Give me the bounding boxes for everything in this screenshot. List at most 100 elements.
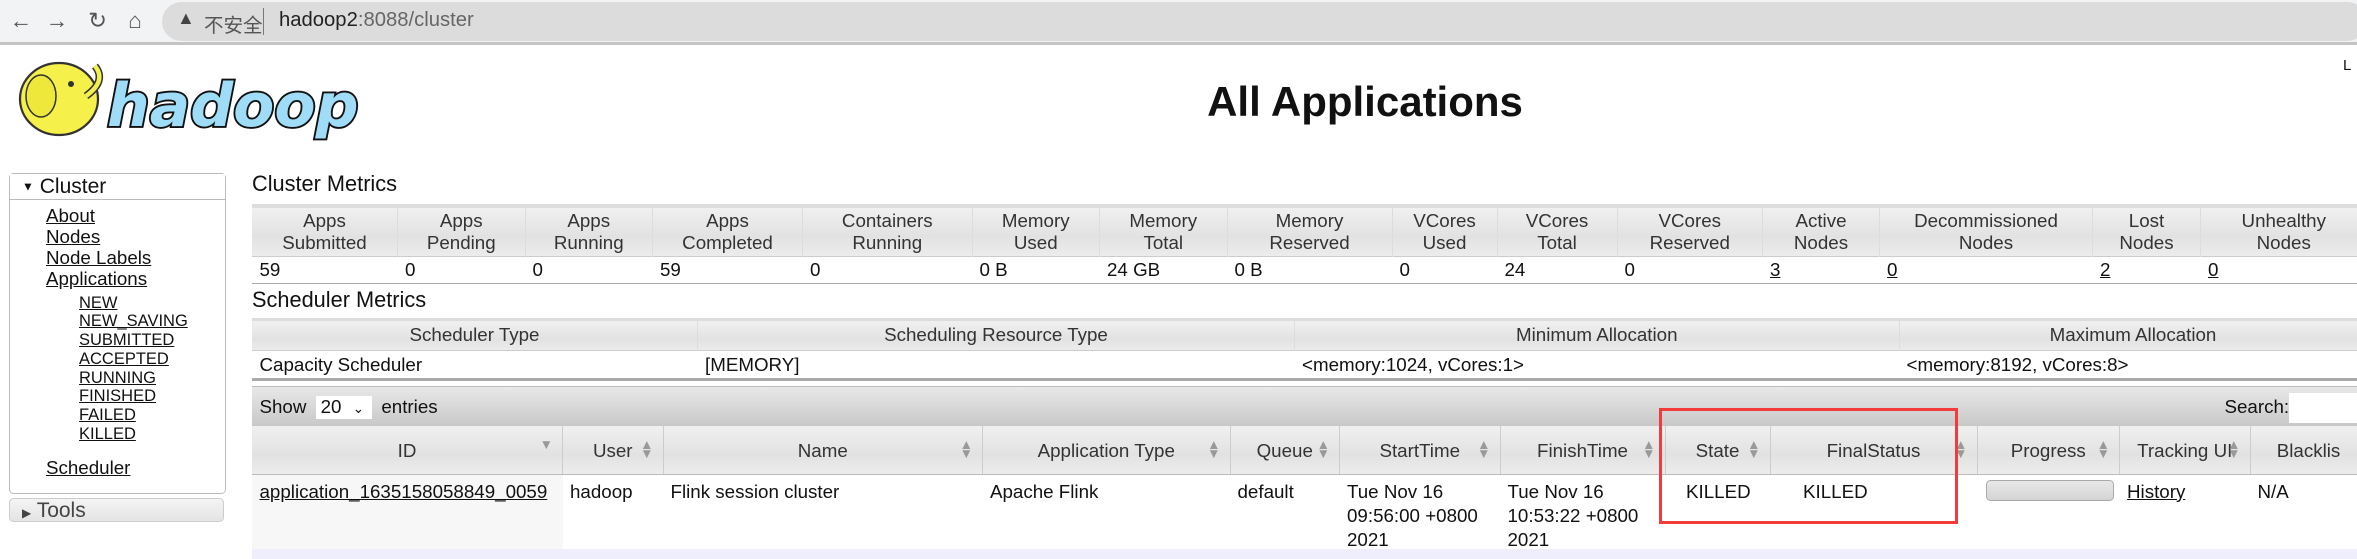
highlight-box — [1659, 408, 1958, 524]
metrics-value: 0 B — [972, 256, 1100, 283]
metrics-value: 24 — [1497, 256, 1617, 283]
cluster-metrics-table: Apps Submitted Apps Pending Apps Running Apps C… — [252, 204, 2357, 284]
sort-icon[interactable]: ▲ ▼ — [2227, 437, 2240, 460]
apps-table-toolbar: Show 20 ⌄ entries Search: — [252, 385, 2357, 427]
scheduler-value-row: Capacity Scheduler [MEMORY] <memory:1024… — [252, 349, 2357, 379]
sidebar-state-finished[interactable]: FINISHED — [79, 387, 156, 406]
metrics-value: 3 — [1762, 256, 1880, 283]
column-header[interactable]: Blacklis — [2250, 426, 2357, 476]
sidebar-state-failed[interactable]: FAILED — [79, 406, 136, 425]
header-scheduler-type: Scheduler Type — [252, 319, 699, 350]
sort-icon[interactable]: ▲ ▼ — [640, 437, 653, 460]
table-row: application_1635158058849_0059 hadoop Fl… — [252, 474, 2357, 552]
page-title: All Applications — [1207, 78, 1523, 125]
sidebar-state-new-saving[interactable]: NEW_SAVING — [79, 312, 188, 331]
hadoop-logo[interactable]: hadoop — [8, 51, 386, 144]
app-id-link[interactable]: application_1635158058849_0059 — [260, 481, 548, 502]
sidebar-link-nodes[interactable]: Nodes — [46, 226, 100, 248]
minimum-allocation: <memory:1024, vCores:1> — [1294, 349, 1899, 379]
triangle-right-icon: ▶ — [22, 506, 32, 520]
url-text: hadoop2:8088/cluster — [279, 9, 474, 31]
sidebar-link-node-labels[interactable]: Node Labels — [46, 247, 151, 269]
column-header[interactable]: FinishTime ▲ ▼ — [1500, 426, 1666, 476]
reload-icon[interactable]: ↻ — [83, 6, 113, 36]
entries-select[interactable]: 20 ⌄ — [316, 396, 372, 419]
browser-toolbar: ← → ↻ ⌂ ▲ 不安全 hadoop2:8088/cluster — [0, 0, 2357, 45]
metrics-header: Apps Submitted — [252, 206, 399, 257]
sort-desc-icon[interactable]: ▼ — [540, 437, 553, 451]
metrics-header: VCores Used — [1392, 206, 1498, 257]
metrics-value: 0 — [802, 256, 972, 283]
metrics-header: Memory Total — [1099, 206, 1228, 257]
warning-icon: ▲ — [177, 7, 195, 28]
metrics-header: Unhealthy Nodes — [2200, 206, 2357, 257]
metrics-value-link[interactable]: 0 — [2208, 259, 2218, 280]
sidebar-link-scheduler[interactable]: Scheduler — [46, 457, 130, 479]
maximum-allocation: <memory:8192, vCores:8> — [1899, 349, 2357, 379]
sidebar-state-new[interactable]: NEW — [79, 294, 118, 313]
sidebar-state-killed[interactable]: KILLED — [79, 425, 136, 444]
show-label: Show — [259, 395, 307, 417]
sort-icon[interactable]: ▲ ▼ — [1207, 437, 1220, 460]
metrics-value: 0 — [525, 256, 653, 283]
header-minimum-allocation: Minimum Allocation — [1294, 319, 1900, 350]
search-label: Search: — [2224, 395, 2290, 417]
scheduler-metrics-table: Scheduler Type Scheduling Resource Type … — [252, 318, 2357, 381]
page: ← → ↻ ⌂ ▲ 不安全 hadoop2:8088/cluster hadoo… — [0, 0, 2357, 559]
sidebar-cluster: ▼ Cluster About Nodes Node Labels Applic… — [9, 172, 226, 494]
metrics-header: Active Nodes — [1762, 206, 1881, 257]
column-header[interactable]: User ▲ ▼ — [562, 426, 664, 476]
scheduler-type: Capacity Scheduler — [252, 349, 698, 379]
sort-icon[interactable]: ▲ ▼ — [1317, 437, 1330, 460]
metrics-value: 0 B — [1227, 256, 1392, 283]
metrics-value-link[interactable]: 2 — [2100, 259, 2110, 280]
sort-icon[interactable]: ▲ ▼ — [1477, 437, 1490, 460]
sort-icon[interactable]: ▲ ▼ — [2097, 437, 2110, 460]
address-bar[interactable]: ▲ 不安全 hadoop2:8088/cluster — [162, 1, 2357, 41]
back-icon[interactable]: ← — [6, 6, 36, 36]
tracking-ui-link[interactable]: History — [2127, 481, 2185, 502]
column-header[interactable]: Application Type ▲ ▼ — [982, 426, 1231, 476]
column-header[interactable]: Progress ▲ ▼ — [1977, 426, 2121, 476]
column-header[interactable]: Tracking UI ▲ ▼ — [2119, 426, 2251, 476]
sidebar-state-submitted[interactable]: SUBMITTED — [79, 331, 174, 350]
sidebar-link-about[interactable]: About — [46, 205, 95, 227]
sidebar-state-accepted[interactable]: ACCEPTED — [79, 350, 169, 369]
metrics-value: 0 — [2200, 256, 2357, 283]
column-header[interactable]: StartTime ▲ ▼ — [1339, 426, 1501, 476]
tools-toggle[interactable]: ▶ Tools — [9, 498, 224, 522]
applications-table: ID ▼ User ▲ ▼ Name ▲ ▼ Application Type ▲ ▼ Queue ▲ ▼… — [252, 426, 2357, 552]
metrics-value-link[interactable]: 3 — [1770, 259, 1780, 280]
column-header[interactable]: Queue ▲ ▼ — [1230, 426, 1341, 476]
metrics-value: 59 — [652, 256, 803, 283]
metrics-header: Apps Pending — [397, 206, 526, 257]
metrics-header: Apps Running — [525, 206, 654, 257]
metrics-header-row: Apps Submitted Apps Pending Apps Running Apps C… — [252, 206, 2357, 257]
column-header[interactable]: Name ▲ ▼ — [663, 426, 984, 476]
app-queue: default — [1230, 474, 1340, 552]
scheduler-header-row: Scheduler Type Scheduling Resource Type … — [252, 319, 2357, 350]
metrics-header: VCores Reserved — [1617, 206, 1764, 257]
app-name: Flink session cluster — [663, 474, 983, 552]
search-input[interactable] — [2289, 392, 2357, 423]
progress-bar — [1986, 479, 2114, 501]
app-user: hadoop — [562, 474, 663, 552]
sort-icon[interactable]: ▲ ▼ — [1642, 437, 1655, 460]
metrics-value-link[interactable]: 0 — [1887, 259, 1897, 280]
metrics-header: VCores Total — [1497, 206, 1618, 257]
app-finish-time: Tue Nov 16 10:53:22 +0800 2021 — [1500, 474, 1665, 552]
login-info: L — [2343, 57, 2352, 74]
sort-icon[interactable]: ▲ ▼ — [960, 437, 973, 460]
sidebar-link-applications[interactable]: Applications — [46, 268, 147, 290]
home-icon[interactable]: ⌂ — [120, 6, 150, 36]
metrics-value: 2 — [2092, 256, 2201, 283]
column-header[interactable]: ID ▼ — [252, 426, 564, 476]
cluster-toggle[interactable]: ▼ Cluster — [10, 173, 225, 200]
cluster-metrics-title: Cluster Metrics — [252, 171, 398, 196]
sidebar-state-running[interactable]: RUNNING — [79, 369, 156, 388]
metrics-value: 0 — [397, 256, 525, 283]
header-maximum-allocation: Maximum Allocation — [1899, 319, 2357, 350]
header-scheduling-resource-type: Scheduling Resource Type — [697, 319, 1296, 350]
forward-icon[interactable]: → — [42, 6, 72, 36]
metrics-value: 24 GB — [1099, 256, 1227, 283]
